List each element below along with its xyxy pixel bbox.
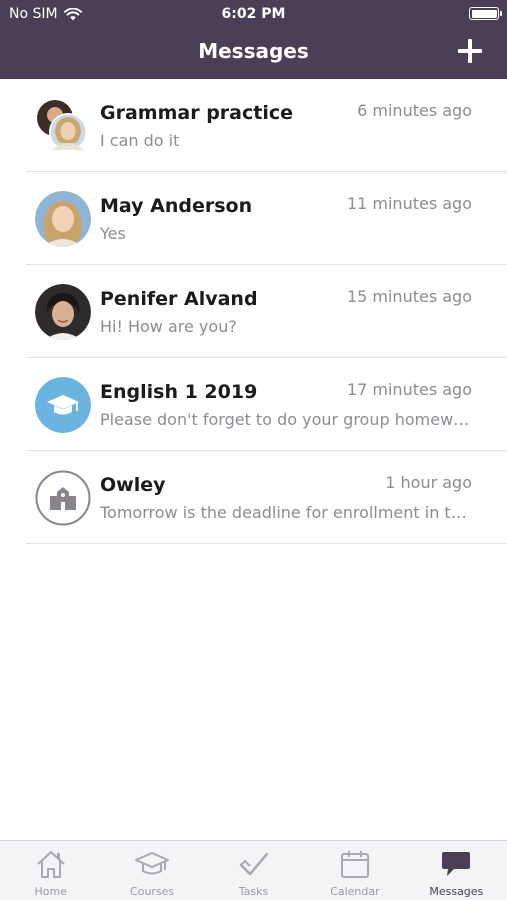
tab-home[interactable]: Home [0,841,101,900]
tab-label: Courses [130,885,175,898]
tab-label: Calendar [330,885,380,898]
conversation-time: 11 minutes ago [346,194,472,213]
school-avatar [35,470,91,526]
course-avatar [35,377,91,433]
conversation-row[interactable]: Owley 1 hour ago Tomorrow is the deadlin… [26,451,507,544]
tab-bar: Home Courses Tasks Calendar Messages [0,840,507,900]
photo-avatar [35,191,91,247]
conversation-row[interactable]: Grammar practice 6 minutes ago I can do … [26,79,507,172]
tab-label: Home [34,885,67,898]
conversation-title: Grammar practice [100,102,293,124]
home-icon [37,851,65,878]
conversation-preview: Tomorrow is the deadline for enrollment … [100,503,472,522]
battery-icon [469,7,502,20]
conversation-title: English 1 2019 [100,381,258,403]
checkmark-icon [239,852,268,876]
clock: 6:02 PM [221,6,286,22]
photo-avatar [35,284,91,340]
conversation-preview: I can do it [100,131,180,150]
tab-label: Tasks [238,885,269,898]
conversation-title: Owley [100,474,166,496]
tab-calendar[interactable]: Calendar [304,841,405,900]
group-photo-avatar [37,100,87,151]
conversation-preview: Hi! How are you? [100,317,237,336]
conversation-time: 6 minutes ago [357,101,472,120]
chat-bubble-icon [442,852,471,876]
conversation-row[interactable]: Penifer Alvand 15 minutes ago Hi! How ar… [26,265,507,358]
top-bar: No SIM 6:02 PM Messages [0,0,507,79]
conversation-time: 15 minutes ago [346,287,472,306]
conversation-list: Grammar practice 6 minutes ago I can do … [26,79,507,544]
conversation-row[interactable]: May Anderson 11 minutes ago Yes [26,172,507,265]
graduation-cap-icon [135,852,170,875]
conversation-preview: Yes [100,224,126,243]
conversation-time: 17 minutes ago [346,380,472,399]
tab-tasks[interactable]: Tasks [203,841,304,900]
tab-messages[interactable]: Messages [406,841,507,900]
tab-courses[interactable]: Courses [101,841,202,900]
status-bar: No SIM 6:02 PM [0,0,507,28]
conversation-preview: Please don't forget to do your group hom… [100,410,472,429]
calendar-icon [340,851,369,878]
conversation-title: Penifer Alvand [100,288,258,310]
plus-icon [458,39,482,63]
conversation-title: May Anderson [100,195,253,217]
page-title: Messages [198,39,309,63]
tab-label: Messages [429,885,484,898]
conversation-row[interactable]: English 1 2019 17 minutes ago Please don… [26,358,507,451]
new-message-button[interactable] [455,36,485,66]
conversation-time: 1 hour ago [385,473,472,492]
